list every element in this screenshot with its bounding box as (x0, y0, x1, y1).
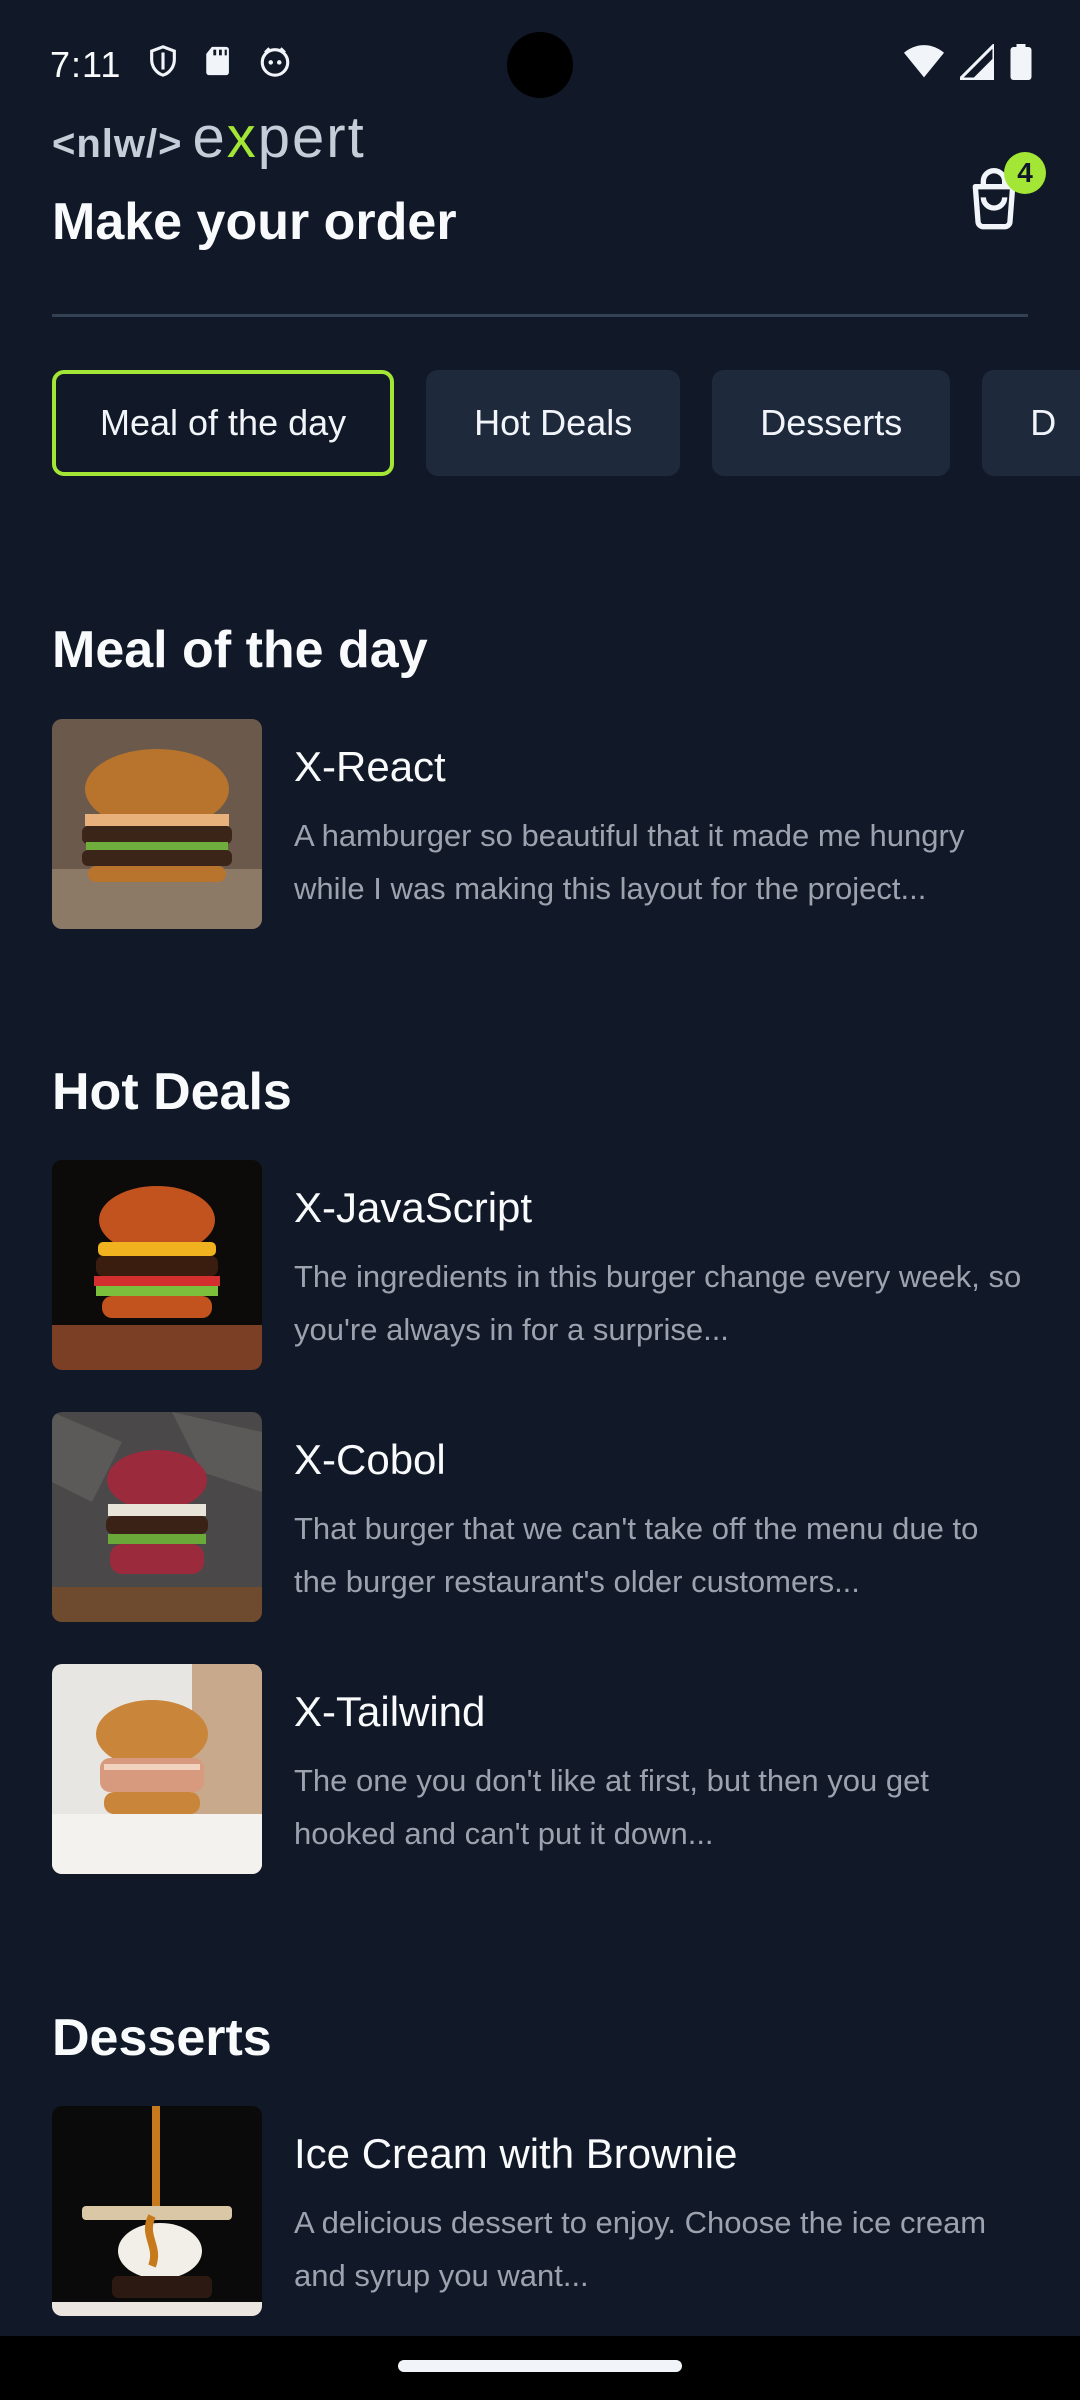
list-item[interactable]: X-Tailwind The one you don't like at fir… (52, 1664, 1028, 1874)
logo-expert-text: expert (192, 105, 366, 170)
app-screen: 7:11 <nlw/> expert Make your order 4 Mea… (0, 0, 1080, 2400)
tab-desserts[interactable]: Desserts (712, 370, 951, 476)
cart-button[interactable]: 4 (962, 152, 1046, 238)
wifi-icon (904, 45, 944, 78)
status-system-icons (904, 44, 1032, 80)
logo-nlw-text: <nlw/> (52, 122, 183, 166)
product-image-x-tailwind (52, 1664, 262, 1874)
product-image-x-cobol (52, 1412, 262, 1622)
list-item[interactable]: X-Cobol That burger that we can't take o… (52, 1412, 1028, 1622)
list-item[interactable]: X-React A hamburger so beautiful that it… (52, 719, 1028, 929)
page-title: Make your order (52, 193, 457, 251)
brand-logo: <nlw/> expert (52, 104, 366, 171)
home-gesture-handle[interactable] (398, 2360, 682, 2372)
category-tabs: Meal of the day Hot Deals Desserts D (52, 370, 1080, 476)
system-navigation-bar (0, 2336, 1080, 2400)
item-description: The one you don't like at first, but the… (294, 1763, 929, 1851)
status-time: 7:11 (50, 44, 122, 85)
item-text: Ice Cream with Brownie A delicious desse… (294, 2106, 1028, 2316)
item-text: X-JavaScript The ingredients in this bur… (294, 1160, 1028, 1370)
item-text: X-React A hamburger so beautiful that it… (294, 719, 1028, 929)
battery-icon (1010, 44, 1032, 80)
signal-icon (960, 44, 994, 80)
item-text: X-Cobol That burger that we can't take o… (294, 1412, 1028, 1622)
product-image-x-react (52, 719, 262, 929)
section-title-meal-of-the-day: Meal of the day (52, 621, 428, 679)
item-name: X-JavaScript (294, 1184, 533, 1231)
product-image-ice-cream-brownie (52, 2106, 262, 2316)
camera-cutout (507, 32, 573, 98)
list-item[interactable]: Ice Cream with Brownie A delicious desse… (52, 2106, 1028, 2316)
item-description: That burger that we can't take off the m… (294, 1511, 979, 1599)
mascot-icon (260, 47, 290, 77)
section-title-hot-deals: Hot Deals (52, 1063, 292, 1121)
shield-icon (150, 45, 176, 77)
tab-hot-deals[interactable]: Hot Deals (426, 370, 681, 476)
item-name: X-Cobol (294, 1436, 446, 1483)
item-name: X-React (294, 743, 446, 790)
status-notification-icons (146, 44, 292, 78)
list-item[interactable]: X-JavaScript The ingredients in this bur… (52, 1160, 1028, 1370)
header-divider (52, 314, 1028, 317)
tab-drinks[interactable]: D (982, 370, 1080, 476)
cart-count-badge: 4 (1004, 152, 1046, 194)
item-name: Ice Cream with Brownie (294, 2130, 738, 2177)
item-text: X-Tailwind The one you don't like at fir… (294, 1664, 1028, 1874)
tab-meal-of-the-day[interactable]: Meal of the day (52, 370, 395, 476)
status-bar: 7:11 (0, 0, 1080, 120)
item-description: A delicious dessert to enjoy. Choose the… (294, 2205, 987, 2293)
item-description: The ingredients in this burger change ev… (294, 1259, 1022, 1347)
item-description: A hamburger so beautiful that it made me… (294, 818, 965, 906)
item-name: X-Tailwind (294, 1688, 486, 1735)
sd-card-icon (206, 46, 229, 76)
product-image-x-javascript (52, 1160, 262, 1370)
section-title-desserts: Desserts (52, 2009, 272, 2067)
